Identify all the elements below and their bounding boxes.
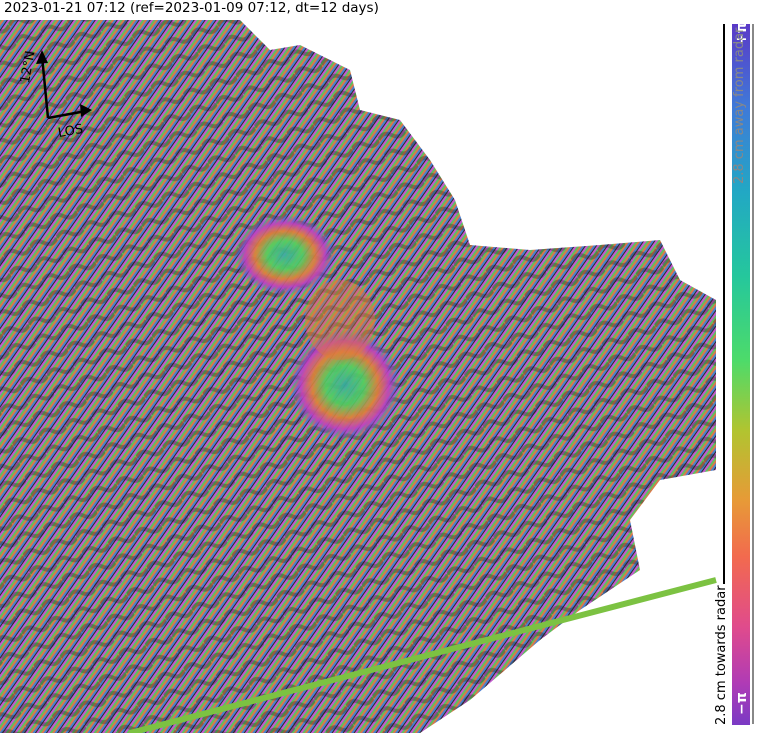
- colorbar-bottom-symbol: −π: [734, 692, 750, 715]
- toward-label: 2.8 cm towards radar: [714, 585, 729, 725]
- interferogram-map: [0, 20, 717, 733]
- away-arrow-line: [752, 24, 754, 724]
- map-title: 2023-01-21 07:12 (ref=2023-01-09 07:12, …: [4, 0, 381, 17]
- deformation-lobe-north: [235, 215, 335, 295]
- away-label: 2.8 cm away from radar: [732, 27, 747, 184]
- towards-arrow-line: [723, 24, 725, 584]
